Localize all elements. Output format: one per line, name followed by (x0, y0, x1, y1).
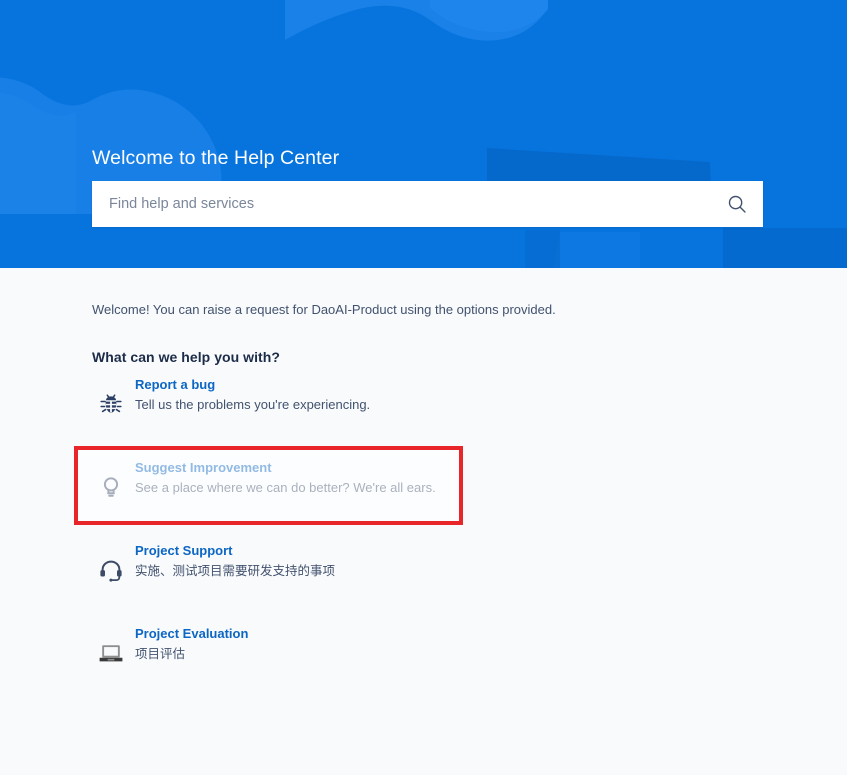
intro-text: Welcome! You can raise a request for Dao… (92, 302, 556, 317)
request-description: Tell us the problems you're experiencing… (135, 397, 371, 412)
request-link-project-support[interactable]: Project Support (135, 542, 335, 559)
request-item-project-support[interactable]: Project Support 实施、测试项目需要研发支持的事项 (0, 542, 847, 625)
search-input[interactable] (92, 181, 763, 227)
help-center-body: Welcome! You can raise a request for Dao… (0, 268, 847, 775)
lightbulb-icon (92, 468, 130, 506)
request-item-text: Project Support 实施、测试项目需要研发支持的事项 (135, 542, 335, 580)
laptop-icon (92, 634, 130, 672)
request-item-text: Report a bug Tell us the problems you're… (135, 376, 370, 414)
page-title: Welcome to the Help Center (92, 147, 340, 169)
request-description: See a place where we can do better? We'r… (135, 480, 436, 495)
request-link-project-evaluation[interactable]: Project Evaluation (135, 625, 248, 642)
hero-content: Welcome to the Help Center (92, 146, 763, 227)
headset-icon (92, 551, 130, 589)
request-link-suggest-improvement[interactable]: Suggest Improvement (135, 459, 436, 476)
search-bar[interactable] (92, 181, 763, 227)
request-link-report-a-bug[interactable]: Report a bug (135, 376, 370, 393)
request-item-project-evaluation[interactable]: Project Evaluation 项目评估 (0, 625, 847, 708)
request-type-list: Report a bug Tell us the problems you're… (0, 376, 847, 708)
request-item-suggest-improvement[interactable]: Suggest Improvement See a place where we… (0, 459, 847, 542)
request-item-report-a-bug[interactable]: Report a bug Tell us the problems you're… (0, 376, 847, 459)
request-description: 实施、测试项目需要研发支持的事项 (135, 563, 336, 578)
request-item-text: Project Evaluation 项目评估 (135, 625, 248, 663)
bug-icon (92, 385, 130, 423)
request-item-text: Suggest Improvement See a place where we… (135, 459, 436, 497)
request-description: 项目评估 (135, 646, 186, 661)
help-center-hero-banner: Welcome to the Help Center (0, 0, 847, 268)
hero-decorative-artwork (0, 0, 847, 268)
section-heading: What can we help you with? (92, 349, 280, 365)
